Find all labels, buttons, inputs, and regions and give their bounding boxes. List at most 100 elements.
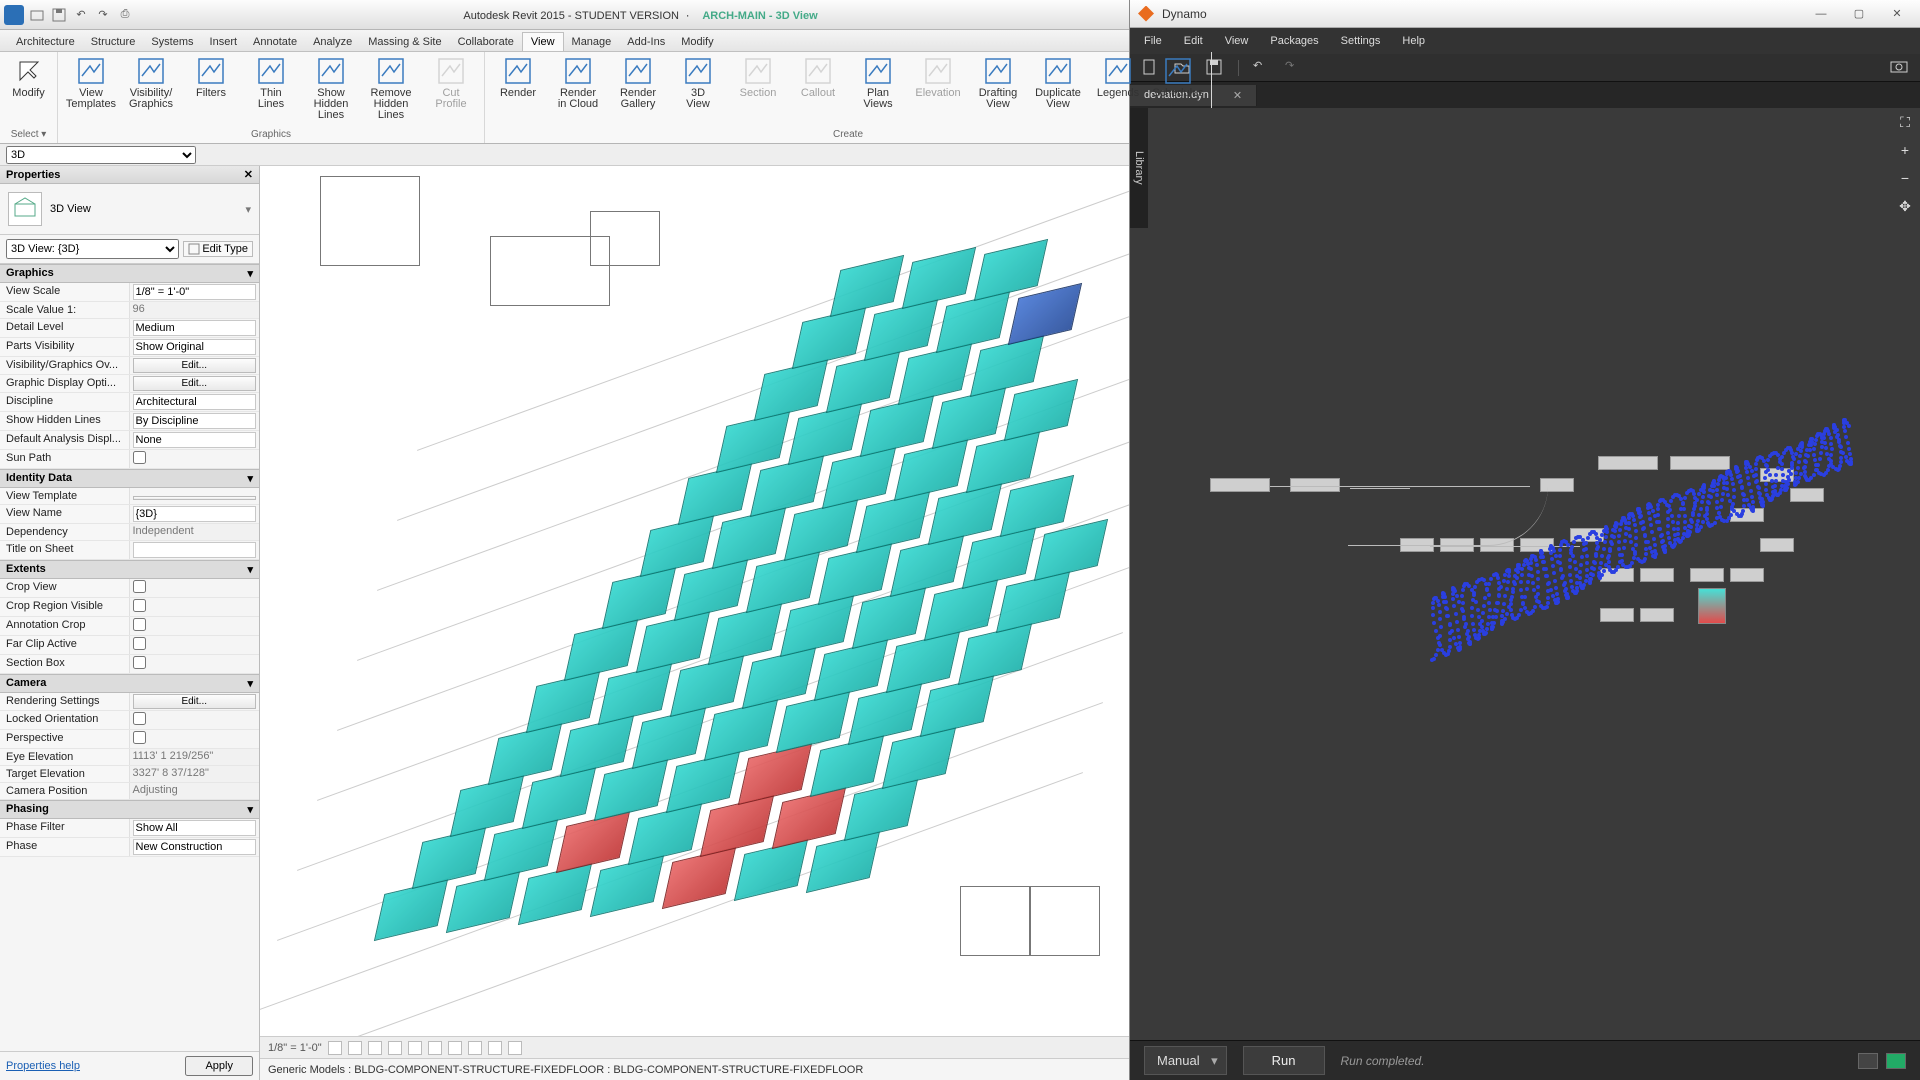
dynamo-node[interactable] <box>1730 568 1764 582</box>
redo-icon[interactable]: ↷ <box>1285 59 1303 77</box>
property-checkbox[interactable] <box>133 731 146 744</box>
pan-icon[interactable]: ✥ <box>1896 198 1914 216</box>
property-value-input[interactable] <box>133 339 257 355</box>
minimize-icon[interactable]: — <box>1806 5 1836 23</box>
crop-visible-icon[interactable] <box>448 1041 462 1055</box>
modify-tool-button[interactable]: Modify <box>2 54 56 124</box>
ribbon-tab-view[interactable]: View <box>522 32 564 51</box>
dynamo-node[interactable] <box>1670 456 1730 470</box>
visibility-graphics-button[interactable]: Visibility/ Graphics <box>124 54 178 124</box>
property-value-input[interactable] <box>133 320 257 336</box>
property-value-input[interactable] <box>133 542 257 558</box>
property-checkbox[interactable] <box>133 599 146 612</box>
property-checkbox[interactable] <box>133 712 146 725</box>
property-checkbox[interactable] <box>133 637 146 650</box>
maximize-icon[interactable]: ▢ <box>1844 5 1874 23</box>
close-icon[interactable]: ✕ <box>1882 5 1912 23</box>
type-name[interactable]: 3D View <box>50 203 91 215</box>
select-panel-label[interactable]: Select ▾ <box>11 128 47 141</box>
type-selector[interactable]: 3D View: {3D} <box>6 239 179 259</box>
close-icon[interactable]: ✕ <box>244 168 253 181</box>
library-panel-tab[interactable]: Library <box>1130 108 1148 228</box>
properties-help-link[interactable]: Properties help <box>6 1060 80 1072</box>
undo-icon[interactable]: ↶ <box>1253 59 1271 77</box>
zoom-out-icon[interactable]: − <box>1896 170 1914 188</box>
ribbon-tab-insert[interactable]: Insert <box>202 33 246 51</box>
qat-open-icon[interactable] <box>28 6 46 24</box>
props-group[interactable]: Phasing▾ <box>0 800 259 819</box>
dynamo-node[interactable] <box>1598 456 1658 470</box>
dynamo-menu-view[interactable]: View <box>1225 35 1249 47</box>
apply-button[interactable]: Apply <box>185 1056 253 1076</box>
remove-hidden-lines-button[interactable]: Remove Hidden Lines <box>364 54 418 124</box>
ribbon-tab-collaborate[interactable]: Collaborate <box>450 33 522 51</box>
property-value-input[interactable] <box>133 506 257 522</box>
property-value-input[interactable] <box>133 394 257 410</box>
property-value-input[interactable] <box>133 284 257 300</box>
props-group[interactable]: Identity Data▾ <box>0 469 259 488</box>
dynamo-node[interactable] <box>1640 568 1674 582</box>
render-cloud-button[interactable]: Render in Cloud <box>551 54 605 124</box>
console-toggle-icon[interactable] <box>1858 1053 1878 1069</box>
dynamo-node[interactable] <box>1210 478 1270 492</box>
property-checkbox[interactable] <box>133 580 146 593</box>
props-group[interactable]: Extents▾ <box>0 560 259 579</box>
props-group[interactable]: Graphics▾ <box>0 264 259 283</box>
dynamo-node[interactable] <box>1790 488 1824 502</box>
property-value-input[interactable] <box>133 839 257 855</box>
ribbon-tab-analyze[interactable]: Analyze <box>305 33 360 51</box>
dynamo-node[interactable] <box>1690 568 1724 582</box>
revit-app-icon[interactable] <box>4 5 24 25</box>
view-control-bar[interactable]: 1/8" = 1'-0" <box>260 1036 1129 1058</box>
view-templates-button[interactable]: View Templates <box>64 54 118 124</box>
property-value-input[interactable] <box>133 820 257 836</box>
analytical-icon[interactable] <box>508 1041 522 1055</box>
ribbon-tab-structure[interactable]: Structure <box>83 33 144 51</box>
ribbon-tab-architecture[interactable]: Architecture <box>8 33 83 51</box>
ribbon-tab-systems[interactable]: Systems <box>143 33 201 51</box>
dynamo-menu-settings[interactable]: Settings <box>1341 35 1381 47</box>
property-edit-button[interactable]: Edit... <box>133 694 257 709</box>
property-edit-button[interactable]: Edit... <box>133 376 257 391</box>
ribbon-tab-add-ins[interactable]: Add-Ins <box>619 33 673 51</box>
render-gallery-button[interactable]: Render Gallery <box>611 54 665 124</box>
drafting-view-button[interactable]: Drafting View <box>971 54 1025 124</box>
run-button[interactable]: Run <box>1243 1046 1325 1075</box>
fit-view-icon[interactable]: ⛶ <box>1896 114 1914 132</box>
rendering-icon[interactable] <box>408 1041 422 1055</box>
dynamo-menu-file[interactable]: File <box>1144 35 1162 47</box>
run-mode-select[interactable]: Manual <box>1144 1046 1227 1075</box>
render-button[interactable]: Render <box>491 54 545 124</box>
edit-type-button[interactable]: Edit Type <box>183 241 253 257</box>
ribbon-tab-manage[interactable]: Manage <box>564 33 620 51</box>
drawing-area[interactable]: 1/8" = 1'-0" Generic Models : BLDG-COMPO… <box>260 166 1129 1080</box>
duplicate-view-button[interactable]: Duplicate View <box>1031 54 1085 124</box>
property-checkbox[interactable] <box>133 656 146 669</box>
shadows-icon[interactable] <box>388 1041 402 1055</box>
property-value-input[interactable] <box>133 413 257 429</box>
unhide-icon[interactable] <box>468 1041 482 1055</box>
ribbon-tab-massing-site[interactable]: Massing & Site <box>360 33 449 51</box>
property-checkbox[interactable] <box>133 451 146 464</box>
dynamo-menu-packages[interactable]: Packages <box>1270 35 1318 47</box>
geometry-preview-icon[interactable] <box>1886 1053 1906 1069</box>
qat-print-icon[interactable]: ⎙ <box>116 6 134 24</box>
ribbon-tab-annotate[interactable]: Annotate <box>245 33 305 51</box>
show-hidden-lines-button[interactable]: Show Hidden Lines <box>304 54 358 124</box>
temp-hide-icon[interactable] <box>488 1041 502 1055</box>
sun-path-icon[interactable] <box>368 1041 382 1055</box>
color-range-node[interactable] <box>1698 588 1726 624</box>
3d-view-button[interactable]: 3D View <box>671 54 725 124</box>
detail-level-icon[interactable] <box>328 1041 342 1055</box>
dynamo-node[interactable] <box>1760 538 1794 552</box>
qat-undo-icon[interactable]: ↶ <box>72 6 90 24</box>
ribbon-tab-modify[interactable]: Modify <box>673 33 721 51</box>
filters-button[interactable]: Filters <box>184 54 238 124</box>
dynamo-menu-help[interactable]: Help <box>1402 35 1425 47</box>
qat-redo-icon[interactable]: ↷ <box>94 6 112 24</box>
property-checkbox[interactable] <box>133 618 146 631</box>
plan-views-button[interactable]: Plan Views <box>851 54 905 124</box>
dynamo-node[interactable] <box>1640 608 1674 622</box>
zoom-in-icon[interactable]: + <box>1896 142 1914 160</box>
dynamo-graph-canvas[interactable]: Library ⛶ + − ✥ <box>1130 108 1920 1040</box>
